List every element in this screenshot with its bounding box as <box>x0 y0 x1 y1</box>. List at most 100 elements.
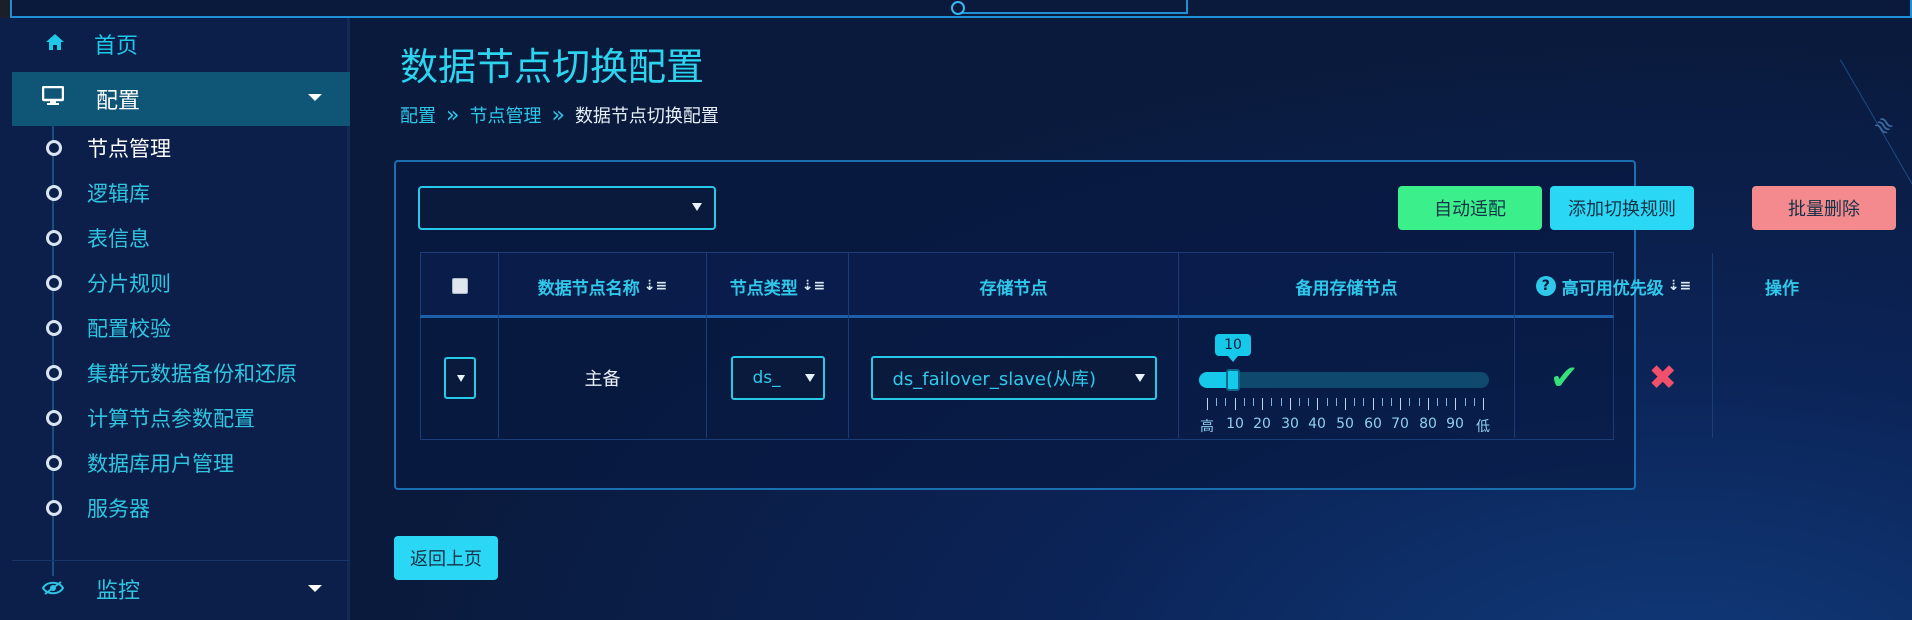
slider-scale-label: 60 <box>1364 416 1382 432</box>
column-header-type[interactable]: 节点类型 ⇣≡ <box>707 253 849 319</box>
sidebar-item-config-check[interactable]: 配置校验 <box>12 308 350 348</box>
table-header: 数据节点名称 ⇣≡ 节点类型 ⇣≡ 存储节点 备用存储节点 ? 高可用优先级 ⇣… <box>420 252 1799 319</box>
slider-tick <box>1400 398 1401 410</box>
sidebar-item-label: 表信息 <box>87 227 150 251</box>
slider-tick <box>1382 398 1383 406</box>
slider-tick <box>1225 398 1226 406</box>
help-icon[interactable]: ? <box>1535 276 1556 296</box>
slider-handle[interactable] <box>1226 369 1240 391</box>
slider-ticks <box>1207 398 1484 410</box>
row-expand-cell <box>421 318 499 438</box>
slider-tick <box>1299 398 1300 406</box>
node-name-cell: 主备 <box>499 318 707 438</box>
bullet-icon <box>46 320 62 336</box>
column-header-label: 高可用优先级 <box>1561 278 1664 299</box>
slider-scale-label: 80 <box>1419 416 1437 432</box>
sidebar: 首页 配置 节点管理 逻辑库 表信息 分片规则 配置校验 集群元数据备份和还原 … <box>0 18 350 620</box>
slider-tick <box>1391 398 1392 406</box>
slider-tick <box>1336 398 1337 406</box>
sidebar-item-servers[interactable]: 服务器 <box>12 488 350 528</box>
slider-tick <box>1373 398 1374 410</box>
dropdown-arrow-icon <box>1134 374 1145 382</box>
sidebar-item-compute-params[interactable]: 计算节点参数配置 <box>12 398 350 438</box>
sidebar-item-node-management[interactable]: 节点管理 <box>12 128 350 168</box>
sort-icon[interactable]: ⇣≡ <box>1668 278 1691 294</box>
sidebar-item-label: 服务器 <box>87 497 150 521</box>
slider-scale-label: 50 <box>1336 416 1354 432</box>
sidebar-item-table-info[interactable]: 表信息 <box>12 218 350 258</box>
column-header-label: 备用存储节点 <box>1295 278 1398 299</box>
sidebar-item-logic-db[interactable]: 逻辑库 <box>12 173 350 213</box>
column-header-priority[interactable]: ? 高可用优先级 ⇣≡ <box>1515 253 1713 319</box>
node-type-select[interactable]: ds_ <box>730 356 825 400</box>
page-title: 数据节点切换配置 <box>400 45 705 89</box>
close-icon[interactable]: ✖ <box>1649 358 1678 398</box>
slider-tick <box>1409 398 1410 406</box>
storage-node-select[interactable]: ds_failover_slave(从库) <box>870 356 1157 400</box>
breadcrumb-separator-icon: » <box>551 102 565 128</box>
slider-tick <box>1363 398 1364 406</box>
slider-tick <box>1455 398 1456 410</box>
slider-tick <box>1419 398 1420 406</box>
home-icon <box>42 32 68 56</box>
sidebar-item-label: 配置校验 <box>87 317 171 341</box>
add-switch-rule-button[interactable]: 添加切换规则 <box>1550 186 1694 230</box>
slider-tick <box>1253 398 1254 406</box>
bullet-icon <box>46 140 62 156</box>
check-icon[interactable]: ✔ <box>1550 358 1579 398</box>
select-all-checkbox[interactable] <box>451 278 468 294</box>
bullet-icon <box>46 500 62 516</box>
row-expand-select[interactable] <box>443 357 476 399</box>
breadcrumb-separator-icon: » <box>446 102 460 128</box>
node-type-cell: ds_ <box>707 318 849 438</box>
dropdown-arrow-icon <box>692 203 702 211</box>
priority-slider[interactable]: 10 高 10 20 30 40 50 60 70 80 90 低 <box>1199 334 1499 435</box>
sidebar-item-label: 逻辑库 <box>87 182 150 206</box>
sidebar-item-metadata-backup[interactable]: 集群元数据备份和还原 <box>12 353 350 393</box>
column-header-label: 操作 <box>1765 278 1799 299</box>
slider-tick <box>1207 398 1208 410</box>
slider-tick <box>1474 398 1475 406</box>
sidebar-item-label: 数据库用户管理 <box>87 452 234 476</box>
slider-tick <box>1446 398 1447 406</box>
sidebar-item-config[interactable]: 配置 <box>12 72 350 126</box>
slider-tick <box>1281 398 1282 406</box>
column-header-label: 存储节点 <box>979 278 1048 299</box>
slider-scale-label: 70 <box>1391 416 1409 432</box>
slider-value-bubble: 10 <box>1215 334 1251 362</box>
bullet-icon <box>46 275 62 291</box>
node-filter-select[interactable] <box>418 186 716 230</box>
column-header-actions: 操作 <box>1713 253 1851 319</box>
slider-scale-label: 10 <box>1226 416 1244 432</box>
slider-tick <box>1290 398 1291 410</box>
sort-icon[interactable]: ⇣≡ <box>802 278 825 294</box>
sidebar-item-home[interactable]: 首页 <box>12 24 350 64</box>
back-button[interactable]: 返回上页 <box>394 536 498 580</box>
bullet-icon <box>46 455 62 471</box>
slider-scale-label: 40 <box>1308 416 1326 432</box>
sidebar-item-db-users[interactable]: 数据库用户管理 <box>12 443 350 483</box>
sidebar-item-label: 分片规则 <box>87 272 171 296</box>
sidebar-item-label: 集群元数据备份和还原 <box>87 362 297 386</box>
node-name: 主备 <box>584 369 621 390</box>
config-submenu: 节点管理 逻辑库 表信息 分片规则 配置校验 集群元数据备份和还原 计算节点参数… <box>12 126 350 576</box>
eye-icon <box>41 577 70 602</box>
chevron-down-icon <box>308 585 322 592</box>
batch-delete-button[interactable]: 批量删除 <box>1752 186 1896 230</box>
sidebar-item-sharding-rules[interactable]: 分片规则 <box>12 263 350 303</box>
breadcrumb-link-node-management[interactable]: 节点管理 <box>469 102 541 128</box>
sort-icon[interactable]: ⇣≡ <box>644 278 667 294</box>
sidebar-item-monitor[interactable]: 监控 <box>12 560 350 617</box>
slider-scale-label: 90 <box>1446 416 1464 432</box>
auto-adapt-button[interactable]: 自动适配 <box>1398 186 1542 230</box>
slider-scale-label: 低 <box>1476 419 1490 435</box>
storage-node-cell: ds_failover_slave(从库) <box>849 318 1179 438</box>
slider-track[interactable] <box>1199 369 1489 391</box>
slider-tick <box>1437 398 1438 406</box>
breadcrumb-link-config[interactable]: 配置 <box>400 102 436 128</box>
decorative-graphic: ≋ <box>1868 110 1899 142</box>
slider-scale-labels: 高 10 20 30 40 50 60 70 80 90 低 <box>1199 416 1499 435</box>
sidebar-item-label: 首页 <box>94 34 139 59</box>
slider-tick <box>1271 398 1272 406</box>
column-header-name[interactable]: 数据节点名称 ⇣≡ <box>499 253 707 319</box>
